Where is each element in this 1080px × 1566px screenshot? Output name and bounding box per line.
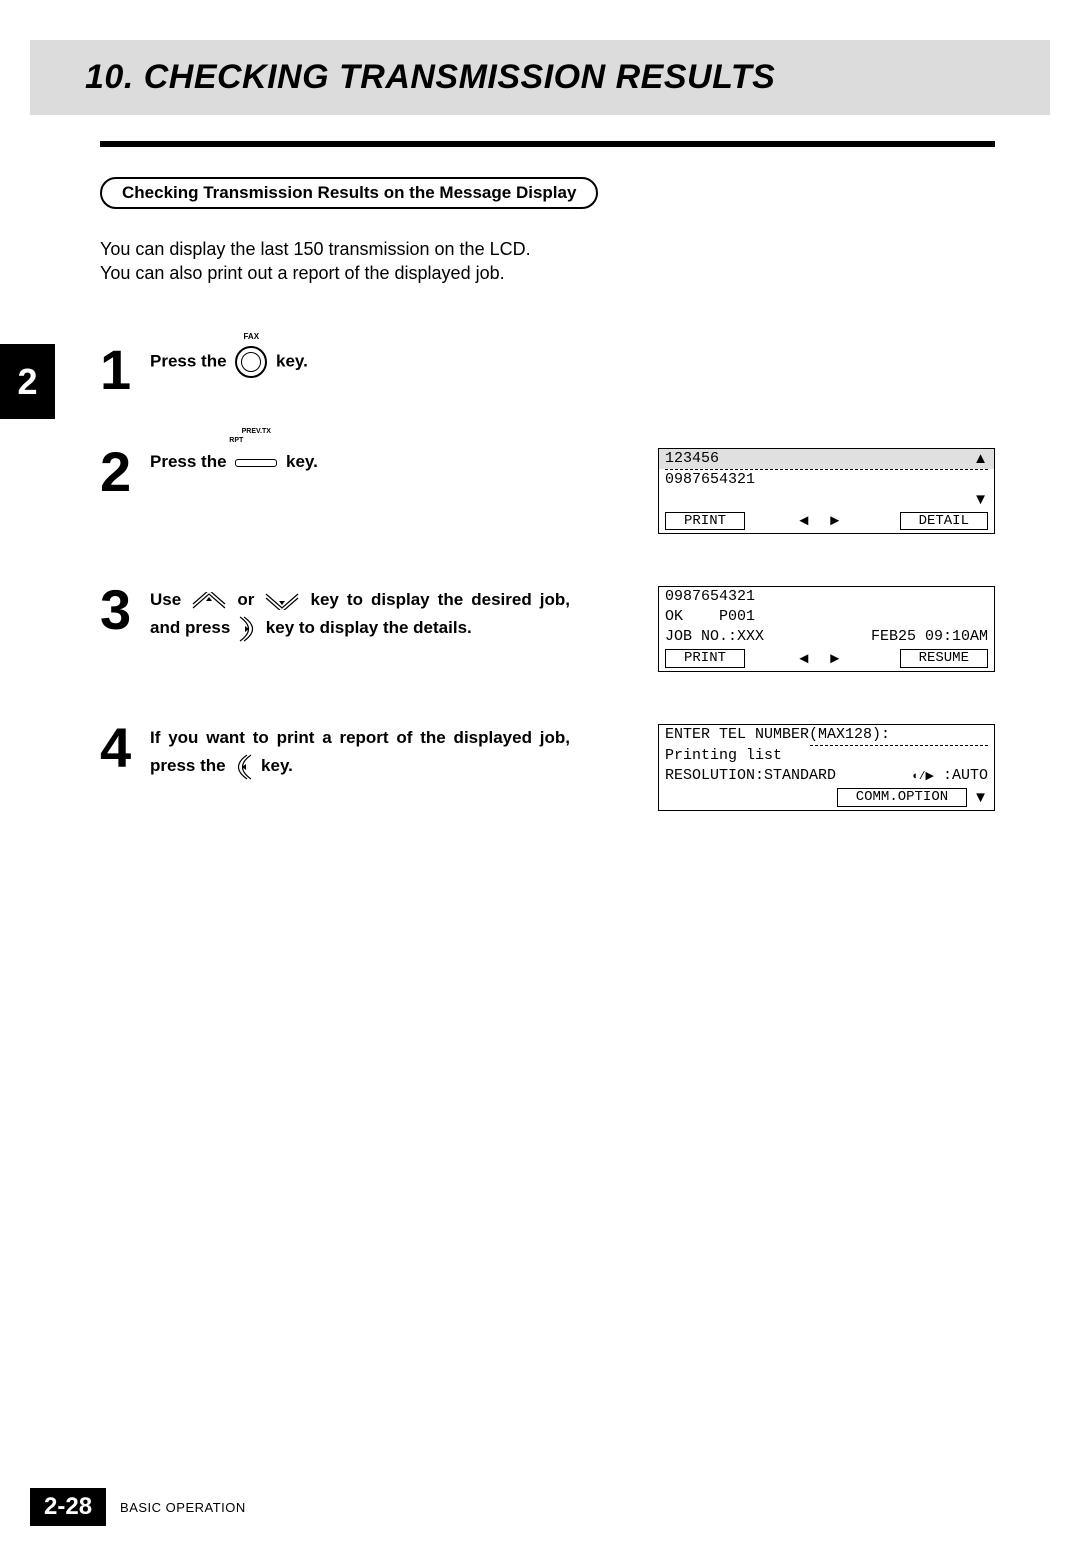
step-body: If you want to print a report of the dis… <box>150 724 570 781</box>
lcd-text: 123456 <box>665 450 719 468</box>
lcd-text: Printing list <box>665 747 782 765</box>
nav-arrows-icon: ◄ ► <box>751 512 894 530</box>
down-arrow-icon: ▼ <box>973 491 988 509</box>
lcd-row: OK P001 <box>659 607 994 627</box>
step-3: 3 Use or key to display the desired job,… <box>100 586 995 672</box>
lcd-row: ▼ <box>659 490 994 510</box>
step-number: 4 <box>100 724 138 772</box>
step-2: 2 Press the PREV.TX RPT key. 123456 ▲ <box>100 448 995 535</box>
side-tab: 2 <box>0 344 55 419</box>
text: If you want to print a report of the dis… <box>150 728 570 775</box>
lcd-screen-2: 0987654321 OK P001 JOB NO.:XXX FEB25 09:… <box>658 586 995 672</box>
lcd-softkeys: COMM.OPTION ▼ <box>659 786 994 810</box>
softkey-print: PRINT <box>665 512 745 531</box>
content: Checking Transmission Results on the Mes… <box>100 177 995 811</box>
key-label-top: PREV.TX <box>242 426 271 438</box>
softkey-resume: RESUME <box>900 649 988 668</box>
text: Press the <box>150 452 231 471</box>
lcd-row: RESOLUTION:STANDARD ◐/▶ :AUTO <box>659 766 994 786</box>
lcd-text: 0987654321 <box>665 471 755 489</box>
footer-label: BASIC OPERATION <box>120 1500 246 1515</box>
lcd-softkeys: PRINT ◄ ► RESUME <box>659 647 994 671</box>
step-4: 4 If you want to print a report of the d… <box>100 724 995 811</box>
step-body: Press the FAX key. <box>150 346 570 378</box>
intro-text: You can display the last 150 transmissio… <box>100 237 995 286</box>
lcd-row: 123456 ▲ <box>659 449 994 469</box>
softkey-commoption: COMM.OPTION <box>837 788 967 807</box>
text: key to display the details. <box>266 618 472 637</box>
up-arrow-icon: ▲ <box>973 450 988 468</box>
nav-arrows-icon: ◄ ► <box>751 650 894 668</box>
lcd-row: JOB NO.:XXX FEB25 09:10AM <box>659 627 994 647</box>
lcd-text: :AUTO <box>934 767 988 784</box>
intro-line: You can also print out a report of the d… <box>100 261 995 285</box>
fax-key-label: FAX <box>243 330 259 343</box>
steps: 1 Press the FAX key. 2 Press the PREV.TX <box>100 346 995 811</box>
subheading-pill: Checking Transmission Results on the Mes… <box>100 177 598 209</box>
lcd-text: 0987654321 <box>665 588 755 606</box>
text: Press the <box>150 351 231 370</box>
step-1: 1 Press the FAX key. <box>100 346 995 396</box>
softkey-detail: DETAIL <box>900 512 988 531</box>
down-key-icon <box>264 592 300 610</box>
lcd-screen-1: 123456 ▲ 0987654321 ▼ PRINT ◄ ► DETAI <box>658 448 995 535</box>
lcd-text: P001 <box>719 608 755 625</box>
mode-icon: ◐/▶ <box>912 771 934 783</box>
page-title: 10. CHECKING TRANSMISSION RESULTS <box>85 58 995 97</box>
up-key-icon <box>191 592 227 610</box>
lcd-row: Printing list <box>659 746 994 766</box>
page-number: 2-28 <box>30 1488 106 1526</box>
fax-key-icon: FAX <box>231 346 271 378</box>
lcd-row: ENTER TEL NUMBER(MAX128): <box>659 725 994 745</box>
horizontal-rule <box>100 141 995 147</box>
footer: 2-28 BASIC OPERATION <box>30 1488 246 1526</box>
lcd-row: 0987654321 <box>659 470 994 490</box>
step-number: 1 <box>100 346 138 394</box>
step-body: Press the PREV.TX RPT key. <box>150 448 570 477</box>
lcd-text: ENTER TEL NUMBER(MAX128): <box>665 726 890 744</box>
prevtx-key-icon: PREV.TX RPT <box>231 448 281 476</box>
key-label-mid: RPT <box>229 435 243 447</box>
text: Use <box>150 590 189 609</box>
title-bar: 10. CHECKING TRANSMISSION RESULTS <box>30 40 1050 115</box>
text: key. <box>276 351 308 370</box>
lcd-text: JOB NO.:XXX <box>665 628 764 646</box>
step-body: Use or key to display the desired job, a… <box>150 586 570 643</box>
intro-line: You can display the last 150 transmissio… <box>100 237 995 261</box>
down-arrow-icon: ▼ <box>973 789 988 807</box>
step-number: 3 <box>100 586 138 634</box>
lcd-row: 0987654321 <box>659 587 994 607</box>
lcd-text: FEB25 09:10AM <box>871 628 988 646</box>
right-key-icon <box>237 615 259 643</box>
manual-page: 10. CHECKING TRANSMISSION RESULTS 2 Chec… <box>0 40 1080 1566</box>
lcd-softkeys: PRINT ◄ ► DETAIL <box>659 510 994 534</box>
text: key. <box>286 452 318 471</box>
lcd-text: OK <box>665 608 683 625</box>
lcd-screen-3: ENTER TEL NUMBER(MAX128): Printing list … <box>658 724 995 811</box>
softkey-print: PRINT <box>665 649 745 668</box>
left-key-icon <box>232 753 254 781</box>
text: key. <box>261 756 293 775</box>
step-number: 2 <box>100 448 138 496</box>
lcd-text: RESOLUTION:STANDARD <box>665 767 836 785</box>
text: or <box>237 590 262 609</box>
